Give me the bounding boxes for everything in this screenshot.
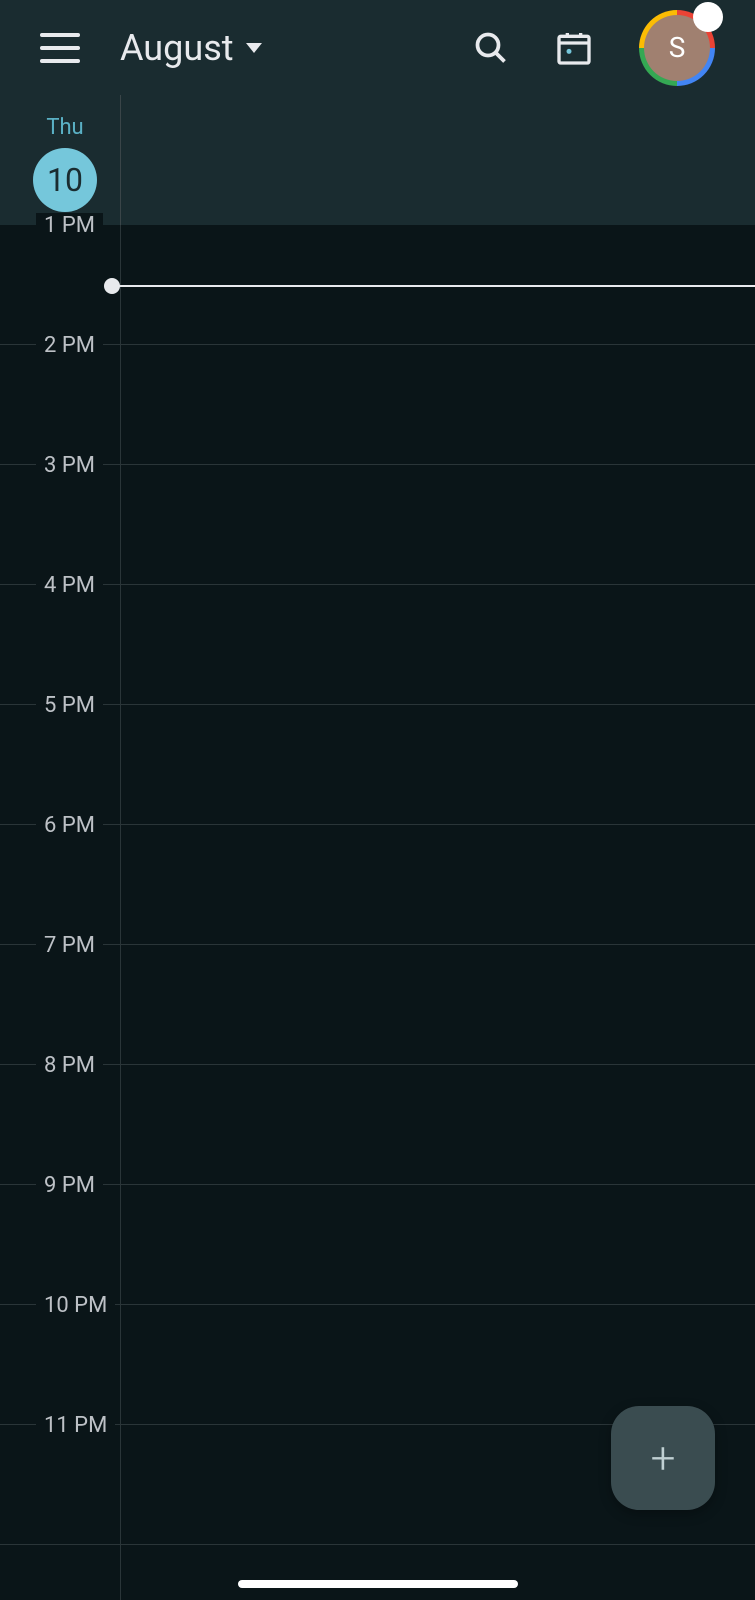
month-selector[interactable]: August (120, 27, 262, 69)
day-name-label: Thu (46, 115, 83, 140)
menu-icon[interactable] (40, 33, 80, 63)
hour-slot[interactable]: 8 PM (0, 1065, 755, 1185)
calendar-grid[interactable]: 1 PM 2 PM 3 PM 4 PM 5 PM 6 PM 7 PM 8 PM … (0, 225, 755, 1600)
month-label: August (120, 27, 234, 69)
current-time-dot (104, 278, 120, 294)
hour-label: 6 PM (36, 813, 103, 838)
add-event-button[interactable]: + (611, 1406, 715, 1510)
day-number-badge[interactable]: 10 (33, 148, 97, 212)
hour-label: 4 PM (36, 573, 103, 598)
today-calendar-icon[interactable] (554, 28, 594, 68)
hour-slot[interactable]: 7 PM (0, 945, 755, 1065)
hour-label: 9 PM (36, 1173, 103, 1198)
hour-slot[interactable]: 6 PM (0, 825, 755, 945)
hour-slot[interactable]: 3 PM (0, 465, 755, 585)
hour-label: 10 PM (36, 1293, 115, 1318)
hour-slot[interactable]: 5 PM (0, 705, 755, 825)
search-icon[interactable] (473, 30, 509, 66)
chevron-down-icon (246, 43, 262, 53)
app-header: August S (0, 0, 755, 95)
current-time-indicator (112, 285, 755, 287)
hour-slot[interactable]: 2 PM (0, 345, 755, 465)
avatar-badge (693, 2, 723, 32)
plus-icon: + (651, 1432, 676, 1484)
hour-label: 1 PM (36, 213, 103, 238)
hour-label: 2 PM (36, 333, 103, 358)
vertical-divider (120, 95, 121, 225)
hour-slot[interactable]: 9 PM (0, 1185, 755, 1305)
account-avatar[interactable]: S (639, 10, 715, 86)
home-indicator[interactable] (238, 1580, 518, 1588)
hour-label: 5 PM (36, 693, 103, 718)
hour-slot[interactable]: 4 PM (0, 585, 755, 705)
day-header: Thu 10 (0, 95, 755, 225)
hour-label: 8 PM (36, 1053, 103, 1078)
hour-label: 3 PM (36, 453, 103, 478)
hour-label: 11 PM (36, 1413, 115, 1438)
hour-label: 7 PM (36, 933, 103, 958)
